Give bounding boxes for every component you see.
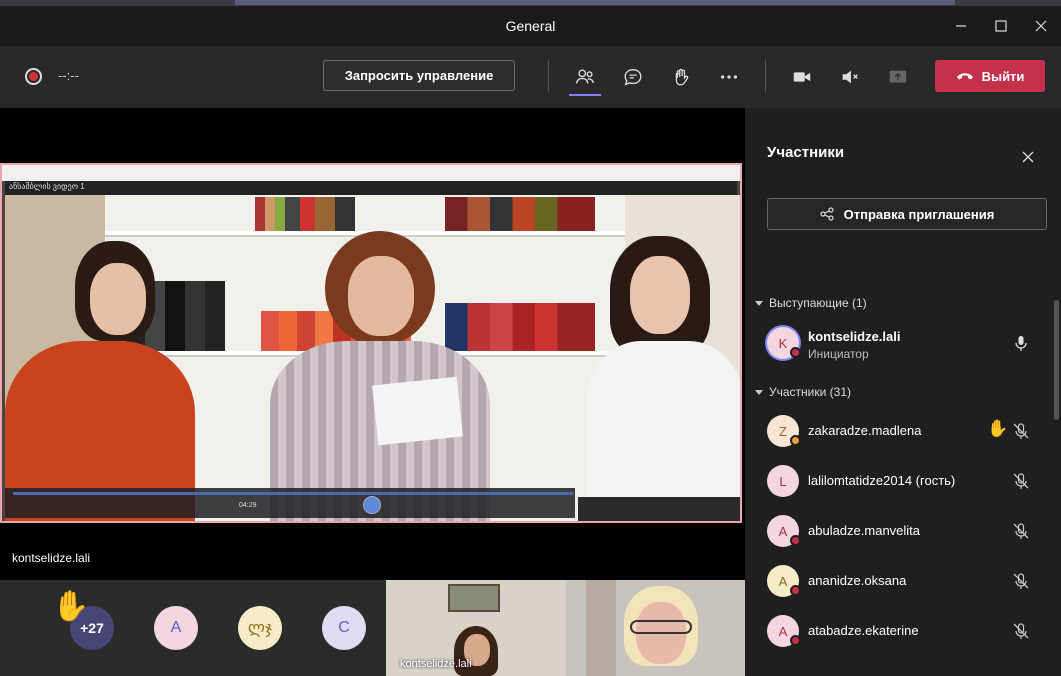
recording-icon	[25, 68, 42, 85]
presenters-section-header[interactable]: Выступающие (1)	[755, 296, 867, 310]
camera-icon[interactable]	[786, 62, 818, 92]
share-link-icon	[820, 207, 834, 221]
active-tab-indicator	[569, 94, 601, 96]
panel-title: Участники	[767, 144, 845, 161]
participant-name: zakaradze.madlena	[808, 423, 922, 438]
participant-name: abuladze.manvelita	[808, 523, 921, 538]
close-window-button[interactable]	[1021, 6, 1061, 46]
microphone-muted-icon[interactable]	[1011, 571, 1031, 591]
chevron-down-icon	[755, 300, 763, 306]
video-thumbnail[interactable]	[566, 580, 745, 676]
window-title: General	[505, 18, 556, 34]
leave-button[interactable]: Выйти	[935, 60, 1045, 92]
raised-hand-icon: ✋	[52, 590, 90, 623]
toolbar-divider	[548, 60, 549, 92]
player-time: 04:29	[239, 502, 257, 509]
participant-row[interactable]: Aabuladze.manvelita	[745, 511, 1051, 551]
participants-section-header[interactable]: Участники (31)	[755, 385, 851, 399]
raised-hand-icon: ✋	[987, 419, 1009, 438]
mute-icon[interactable]	[834, 62, 866, 92]
participants-panel: Участники Отправка приглашения Выступающ…	[745, 108, 1061, 676]
participant-row[interactable]: K kontselidze.lali Инициатор	[745, 323, 1051, 363]
video-window-titlebar	[2, 165, 740, 181]
microphone-muted-icon[interactable]	[1011, 421, 1031, 441]
meeting-timer: --:--	[58, 68, 79, 83]
participant-row[interactable]: Zzakaradze.madlena ✋	[745, 411, 1051, 451]
participant-avatar[interactable]: ლჯ	[238, 606, 282, 650]
status-badge	[790, 435, 801, 446]
chevron-down-icon	[755, 389, 763, 395]
video-caption-bar: ანსამბლის ვიდეო 1	[5, 181, 737, 195]
status-badge	[790, 347, 801, 358]
participant-row[interactable]: Llalilomtatidze2014 (гость)	[745, 461, 1051, 501]
teams-meeting-window: General --:-- Запросить управление Выйти…	[0, 0, 1061, 676]
participant-name: lalilomtatidze2014 (гость)	[808, 473, 956, 488]
participant-name: ananidze.oksana	[808, 573, 907, 588]
microphone-icon[interactable]	[1011, 333, 1031, 353]
shared-video: ანსამბლის ვიდეო 1 04:29	[0, 163, 742, 523]
microphone-muted-icon[interactable]	[1011, 621, 1031, 641]
microphone-muted-icon[interactable]	[1011, 521, 1031, 541]
hang-up-icon	[956, 73, 973, 80]
video-caption: ანსამბლის ვიდეო 1	[9, 182, 85, 191]
player-controls: 04:29	[5, 488, 575, 518]
participant-avatar[interactable]: C	[322, 606, 366, 650]
participant-name: atabadze.ekaterine	[808, 623, 919, 638]
toolbar-divider	[765, 60, 766, 92]
more-icon[interactable]	[713, 62, 745, 92]
singer-left	[5, 241, 195, 521]
video-overlay-box	[578, 497, 740, 521]
participant-row[interactable]: Aatabadze.ekaterine	[745, 611, 1051, 651]
status-badge	[790, 585, 801, 596]
meeting-toolbar: --:-- Запросить управление Выйти	[0, 46, 1061, 108]
presenters-header-label: Выступающие (1)	[769, 296, 867, 310]
wall-picture	[448, 584, 500, 612]
panel-scrollbar[interactable]	[1054, 300, 1059, 420]
participant-avatar[interactable]: A	[154, 606, 198, 650]
status-badge	[790, 635, 801, 646]
video-frame: ანსამბლის ვიდეო 1 04:29	[5, 181, 740, 521]
thumbnail-name-label: kontselidze.lali	[400, 658, 472, 670]
maximize-button[interactable]	[981, 6, 1021, 46]
participant-role: Инициатор	[808, 347, 869, 361]
video-thumbnail[interactable]: kontselidze.lali	[386, 580, 566, 676]
singer-right	[585, 236, 740, 521]
minimize-button[interactable]	[941, 6, 981, 46]
microphone-muted-icon[interactable]	[1011, 471, 1031, 491]
leave-label: Выйти	[981, 68, 1025, 84]
singer-center	[270, 231, 490, 521]
avatar: L	[767, 465, 799, 497]
participants-header-label: Участники (31)	[769, 385, 852, 399]
participant-row[interactable]: Aananidze.oksana	[745, 561, 1051, 601]
speaker-name-label: kontselidze.lali	[12, 551, 91, 565]
player-progress-bar[interactable]	[13, 492, 573, 495]
participants-icon[interactable]	[569, 62, 601, 92]
pause-button[interactable]	[363, 496, 381, 514]
books	[445, 197, 595, 231]
close-icon	[1022, 151, 1034, 163]
close-panel-button[interactable]	[1015, 144, 1041, 170]
glasses	[630, 620, 692, 634]
raise-hand-icon[interactable]	[665, 62, 697, 92]
title-bar: General	[0, 6, 1061, 46]
request-control-button[interactable]: Запросить управление	[323, 60, 515, 91]
share-icon[interactable]	[882, 62, 914, 92]
window-controls	[941, 6, 1061, 46]
books	[255, 197, 355, 231]
participant-name: kontselidze.lali	[808, 329, 901, 344]
send-invite-label: Отправка приглашения	[843, 206, 995, 222]
send-invite-button[interactable]: Отправка приглашения	[767, 198, 1047, 230]
chat-icon[interactable]	[617, 62, 649, 92]
status-badge	[790, 535, 801, 546]
door	[586, 580, 616, 676]
